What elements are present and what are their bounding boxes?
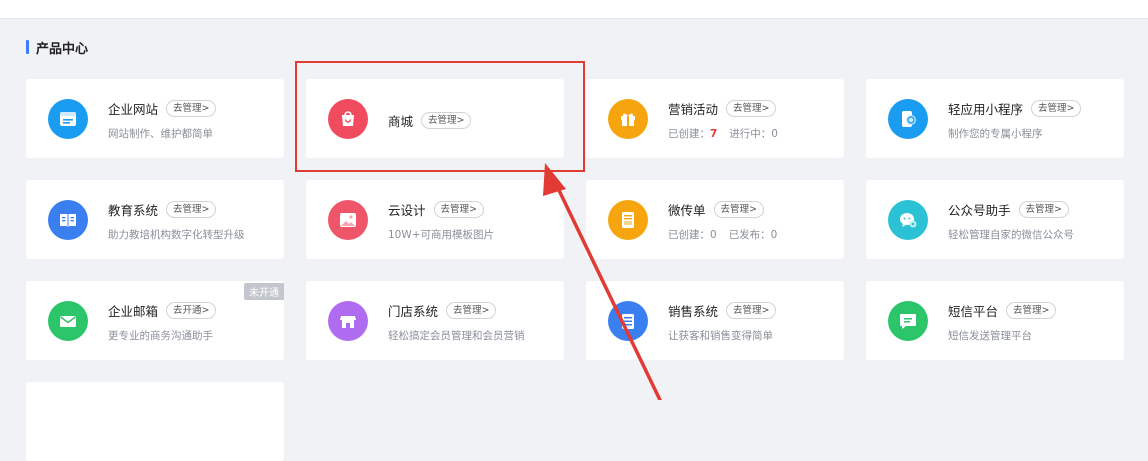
manage-button[interactable]: 去管理> — [1031, 100, 1082, 117]
activate-button[interactable]: 去开通> — [166, 302, 217, 319]
product-card-marketing[interactable]: 营销活动 去管理> 已创建：7 进行中：0 — [586, 79, 844, 158]
product-card-partial[interactable] — [26, 382, 284, 461]
manage-button[interactable]: 去管理> — [433, 201, 484, 218]
manage-button[interactable]: 去管理> — [421, 112, 472, 129]
created-count: 7 — [710, 128, 718, 140]
message-icon — [888, 301, 928, 341]
card-description: 短信发送管理平台 — [948, 330, 1032, 342]
in-progress-stat: 进行中：0 — [729, 128, 778, 140]
card-name: 企业邮箱 — [108, 304, 159, 319]
product-card-official-account[interactable]: 公众号助手 去管理> 轻松管理自家的微信公众号 — [866, 180, 1124, 259]
card-name: 企业网站 — [108, 102, 159, 117]
card-name: 门店系统 — [388, 304, 439, 319]
manage-button[interactable]: 去管理> — [1018, 201, 1069, 218]
mini-program-icon — [888, 99, 928, 139]
product-card-sms-platform[interactable]: 短信平台 去管理> 短信发送管理平台 — [866, 281, 1124, 360]
manage-button[interactable]: 去管理> — [166, 100, 217, 117]
card-description: 轻松搞定会员管理和会员营销 — [388, 330, 525, 342]
website-icon — [48, 99, 88, 139]
image-icon — [328, 200, 368, 240]
card-name: 公众号助手 — [948, 203, 1011, 218]
manage-button[interactable]: 去管理> — [1006, 302, 1057, 319]
not-activated-badge: 未开通 — [244, 283, 284, 300]
card-description: 更专业的商务沟通助手 — [108, 330, 213, 342]
flyer-icon — [608, 200, 648, 240]
wechat-icon — [888, 200, 928, 240]
card-name: 商城 — [388, 114, 414, 129]
product-card-store-system[interactable]: 门店系统 去管理> 轻松搞定会员管理和会员营销 — [306, 281, 564, 360]
product-card-sales-system[interactable]: 销售系统 去管理> 让获客和销售变得简单 — [586, 281, 844, 360]
created-stat: 已创建：0 — [668, 229, 717, 241]
card-description: 助力教培机构数字化转型升级 — [108, 229, 245, 241]
manage-button[interactable]: 去管理> — [166, 201, 217, 218]
top-bar — [0, 0, 1148, 19]
card-name: 短信平台 — [948, 304, 999, 319]
card-name: 微传单 — [668, 203, 706, 218]
book-icon — [48, 200, 88, 240]
card-description: 轻松管理自家的微信公众号 — [948, 229, 1074, 241]
product-card-enterprise-mail[interactable]: 未开通 企业邮箱 去开通> 更专业的商务沟通助手 — [26, 281, 284, 360]
list-icon — [608, 301, 648, 341]
product-card-micro-flyer[interactable]: 微传单 去管理> 已创建：0 已发布：0 — [586, 180, 844, 259]
card-name: 营销活动 — [668, 102, 719, 117]
card-description: 已创建：0 已发布：0 — [668, 227, 777, 242]
section-title: 产品中心 — [26, 38, 89, 57]
manage-button[interactable]: 去管理> — [713, 201, 764, 218]
product-card-mall[interactable]: 商城 去管理> — [306, 79, 564, 158]
product-card-mini-program[interactable]: 轻应用小程序 去管理> 制作您的专属小程序 — [866, 79, 1124, 158]
card-description: 网站制作、维护都简单 — [108, 128, 213, 140]
store-icon — [328, 301, 368, 341]
section-title-accent — [26, 40, 29, 54]
gift-icon — [608, 99, 648, 139]
manage-button[interactable]: 去管理> — [446, 302, 497, 319]
card-description: 已创建：7 进行中：0 — [668, 126, 778, 141]
product-card-cloud-design[interactable]: 云设计 去管理> 10W+可商用模板图片 — [306, 180, 564, 259]
card-name: 销售系统 — [668, 304, 719, 319]
manage-button[interactable]: 去管理> — [726, 302, 777, 319]
card-name: 轻应用小程序 — [948, 102, 1024, 117]
mail-icon — [48, 301, 88, 341]
product-card-education[interactable]: 教育系统 去管理> 助力教培机构数字化转型升级 — [26, 180, 284, 259]
card-name: 教育系统 — [108, 203, 159, 218]
manage-button[interactable]: 去管理> — [726, 100, 777, 117]
created-label: 已创建： — [668, 128, 710, 140]
card-description: 让获客和销售变得简单 — [668, 330, 773, 342]
product-card-website[interactable]: 企业网站 去管理> 网站制作、维护都简单 — [26, 79, 284, 158]
card-description: 10W+可商用模板图片 — [388, 229, 495, 241]
section-title-text: 产品中心 — [36, 41, 89, 57]
card-description: 制作您的专属小程序 — [948, 128, 1043, 140]
shopping-bag-icon — [328, 99, 368, 139]
card-name: 云设计 — [388, 203, 426, 218]
published-stat: 已发布：0 — [728, 229, 778, 241]
